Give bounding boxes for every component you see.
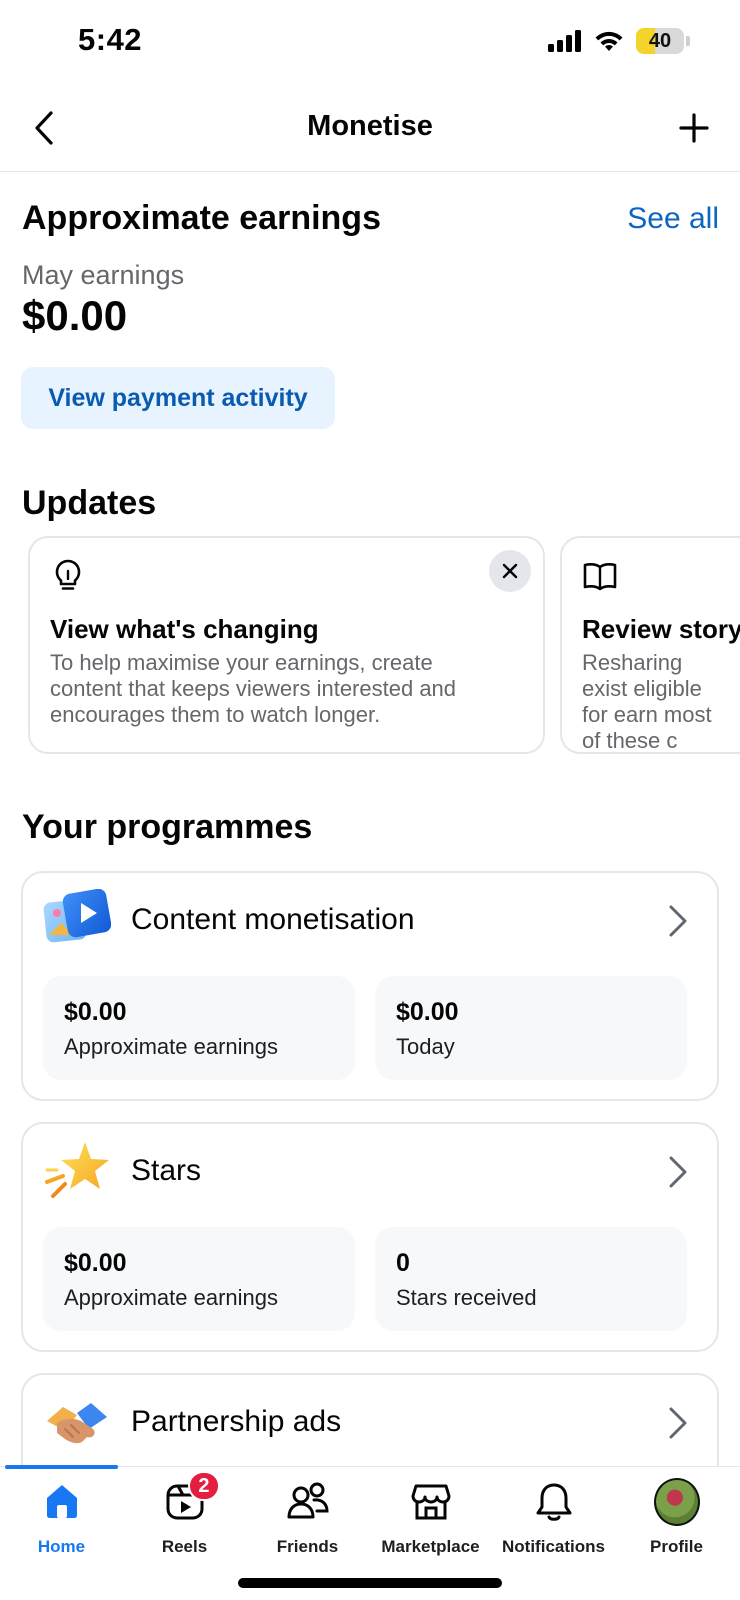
home-icon [39,1479,85,1525]
tab-reels[interactable]: 2 Reels [123,1471,246,1571]
monetise-screen: 5:42 40 Monetise Approximate earnings Se… [0,0,740,1600]
programme-title: Content monetisation [131,903,415,936]
status-time: 5:42 [78,22,143,57]
video-photo-icon [43,888,112,949]
programme-header[interactable]: Stars [23,1124,717,1220]
stat-value: $0.00 [396,998,459,1026]
stat-label: Stars received [396,1285,537,1310]
stat-label: Approximate earnings [64,1034,279,1059]
nav-header: Monetise [0,84,740,172]
stat-label: Today [396,1034,455,1059]
chevron-right-icon [663,901,693,941]
wifi-icon [595,31,623,51]
bell-icon [531,1479,577,1525]
active-tab-indicator [5,1465,118,1469]
month-earnings-label: May earnings [22,260,185,290]
battery-cap [686,36,690,46]
programme-title: Partnership ads [131,1405,342,1438]
home-indicator [238,1578,502,1588]
status-bar: 5:42 40 [0,0,740,84]
tab-profile[interactable]: Profile [615,1478,738,1571]
programme-card-content-monetisation[interactable]: Content monetisation $0.00 Approximate e… [21,871,719,1101]
tab-home[interactable]: Home [0,1479,123,1571]
close-icon [502,563,518,579]
earnings-amount: $0.00 [22,292,128,339]
notification-badge: 2 [188,1471,220,1501]
book-icon [582,558,618,594]
stat-stars-received: 0 Stars received [375,1227,687,1331]
chevron-right-icon [663,1403,693,1443]
reels-icon: 2 [162,1471,220,1525]
stat-value: $0.00 [64,1249,127,1277]
star-icon [43,1140,111,1200]
tab-label: Friends [276,1537,339,1556]
tab-marketplace[interactable]: Marketplace [369,1479,492,1571]
update-card[interactable]: View what's changing To help maximise yo… [28,536,545,754]
programme-header[interactable]: Content monetisation [23,873,717,969]
add-button[interactable] [672,106,716,150]
update-card[interactable]: Review story Resharing exist eligible fo… [560,536,740,754]
status-icons: 40 [548,28,690,54]
tab-friends[interactable]: Friends [246,1479,369,1571]
view-payment-activity-button[interactable]: View payment activity [21,367,335,429]
programmes-title: Your programmes [22,808,313,846]
page-title: Monetise [307,110,433,142]
signal-icon [548,30,581,52]
dismiss-update-button[interactable] [489,550,531,592]
stat-approximate-earnings: $0.00 Approximate earnings [43,976,355,1080]
stat-approximate-earnings: $0.00 Approximate earnings [43,1227,355,1331]
chevron-right-icon [663,1152,693,1192]
tab-label: Home [37,1537,86,1556]
update-card-body: To help maximise your earnings, create c… [50,650,457,727]
update-card-title: View what's changing [50,614,319,644]
marketplace-icon [408,1479,454,1525]
earnings-title: Approximate earnings [22,199,381,237]
programme-title: Stars [131,1154,202,1187]
friends-icon [285,1479,331,1525]
tab-label: Reels [161,1537,208,1556]
tab-label: Marketplace [381,1537,480,1556]
update-card-body: Resharing exist eligible for earn most o… [582,650,712,753]
programme-card-stars[interactable]: Stars $0.00 Approximate earnings 0 Stars… [21,1122,719,1352]
tab-label: Notifications [502,1537,605,1556]
handshake-icon [43,1391,111,1451]
stat-today: $0.00 Today [375,976,687,1080]
stat-label: Approximate earnings [64,1285,279,1310]
programme-header[interactable]: Partnership ads [23,1375,717,1471]
avatar-wrap [653,1478,700,1526]
update-card-title: Review story [582,614,740,644]
avatar [653,1478,700,1526]
tab-label: Profile [650,1537,703,1556]
battery-indicator: 40 [636,28,684,54]
plus-icon [679,113,709,143]
lightbulb-icon [50,558,86,594]
updates-title: Updates [22,484,157,522]
see-all-link[interactable]: See all [627,202,719,236]
stat-value: 0 [396,1249,410,1277]
tab-notifications[interactable]: Notifications [492,1479,615,1571]
battery-level: 40 [648,29,672,52]
stat-value: $0.00 [64,998,127,1026]
